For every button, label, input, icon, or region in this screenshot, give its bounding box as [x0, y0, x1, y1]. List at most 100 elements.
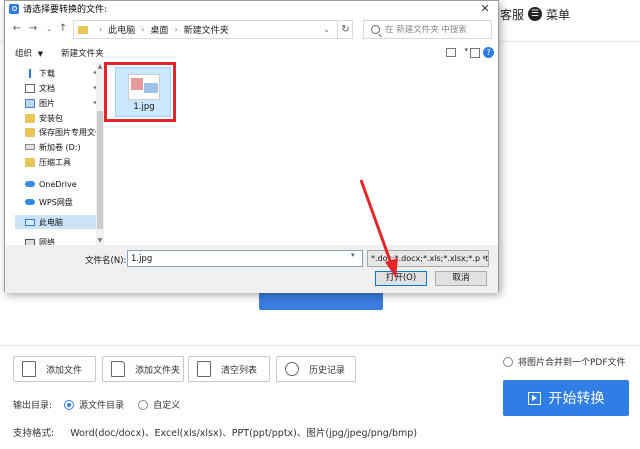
refresh-icon[interactable]: ↻	[337, 20, 353, 39]
sidebar-item[interactable]: 保存图片专用文件夹	[15, 125, 102, 139]
command-bar: 组织 ▼ 新建文件夹 ▾ ?	[5, 44, 498, 62]
search-box[interactable]	[363, 20, 492, 39]
forward-arrow-icon[interactable]: →	[27, 21, 39, 37]
custom-dir-label: 自定义	[153, 401, 181, 411]
new-folder-button[interactable]: 新建文件夹	[61, 47, 104, 59]
sidebar-item-label: OneDrive	[39, 179, 77, 189]
source-dir-option[interactable]: 源文件目录	[64, 398, 124, 411]
sidebar-item[interactable]: WPS网盘	[15, 195, 102, 209]
add-file-label: 添加文件	[46, 365, 83, 376]
add-folder-icon	[111, 361, 125, 377]
view-options-icon[interactable]	[446, 48, 456, 57]
menu-button[interactable]: ☰ 菜单	[528, 6, 570, 22]
menu-label: 菜单	[546, 7, 571, 22]
chevron-down-icon[interactable]: ▾	[351, 251, 355, 259]
dialog-titlebar[interactable]: 请选择要转换的文件: ✕	[5, 1, 498, 16]
nav-scrollbar[interactable]: ▲ ▼	[96, 63, 104, 245]
sidebar-item[interactable]: 图片✦	[15, 96, 102, 110]
filetype-value: *.doc;*.docx;*.xls;*.xlsx;*.ppt;*	[371, 254, 489, 263]
help-icon[interactable]: ?	[483, 47, 494, 58]
address-dropdown-icon[interactable]: ⌄	[323, 21, 330, 38]
sidebar-item[interactable]: 此电脑	[15, 215, 102, 229]
document-icon	[25, 83, 35, 93]
folder-icon	[78, 25, 88, 34]
sidebar-item[interactable]: OneDrive	[15, 177, 102, 191]
chevron-down-icon[interactable]: ⌄	[43, 21, 55, 37]
sidebar-item[interactable]: 网络	[15, 235, 102, 245]
clear-list-label: 清空列表	[221, 365, 258, 376]
menu-icon: ☰	[528, 7, 542, 21]
chevron-down-icon: ▼	[37, 50, 44, 58]
address-bar-row: ← → ⌄ ↑ › 此电脑 › 桌面 › 新建文件夹 ⌄ ↻	[5, 18, 498, 40]
merge-pdf-option[interactable]: 将图片合并到一个PDF文件	[503, 355, 626, 368]
formats-value: Word(doc/docx)、Excel(xls/xlsx)、PPT(ppt/p…	[70, 428, 418, 439]
clock-icon	[285, 362, 299, 376]
download-icon	[29, 68, 31, 78]
sidebar-item[interactable]: 下载✦	[15, 66, 102, 80]
organize-button[interactable]: 组织 ▼	[15, 47, 43, 59]
sidebar-item-label: WPS网盘	[39, 197, 73, 207]
service-button[interactable]: 客服	[500, 6, 524, 22]
sidebar-item[interactable]: 新加卷 (D:)	[15, 140, 102, 154]
folder-icon	[25, 127, 35, 137]
custom-dir-option[interactable]: 自定义	[138, 398, 180, 411]
scroll-thumb[interactable]	[97, 111, 103, 229]
clear-list-button[interactable]: 清空列表	[188, 356, 270, 382]
open-button[interactable]: 打开(O)	[375, 271, 427, 286]
breadcrumb-item[interactable]: 此电脑	[108, 23, 135, 36]
sidebar-item-label: 下载	[39, 68, 55, 78]
sidebar-item-label: 安装包	[39, 113, 63, 123]
merge-pdf-radio[interactable]	[503, 356, 513, 367]
sidebar-item-label: 图片	[39, 98, 55, 108]
sidebar-item-label: 此电脑	[39, 217, 63, 227]
formats-label: 支持格式:	[13, 428, 55, 439]
service-label: 客服	[500, 7, 525, 22]
sidebar-item-label: 新加卷 (D:)	[39, 142, 81, 152]
source-dir-label: 源文件目录	[79, 401, 125, 411]
add-file-button[interactable]: 添加文件	[13, 356, 96, 382]
sidebar-item[interactable]: 安装包	[15, 111, 102, 125]
breadcrumb-item[interactable]: 新建文件夹	[184, 23, 229, 36]
filename-label: 文件名(N):	[85, 256, 127, 266]
breadcrumb[interactable]: › 此电脑 › 桌面 › 新建文件夹 ⌄	[73, 20, 353, 39]
custom-dir-radio[interactable]	[138, 399, 149, 410]
convert-preview-button[interactable]	[259, 290, 383, 310]
sidebar-item[interactable]: 压缩工具	[15, 155, 102, 169]
drive-icon	[25, 144, 35, 150]
breadcrumb-item[interactable]: 桌面	[150, 23, 168, 36]
computer-icon	[25, 218, 35, 226]
play-icon	[527, 391, 541, 405]
output-directory-row: 输出目录: 源文件目录 自定义	[13, 398, 194, 411]
sidebar-item-label: 网络	[39, 237, 55, 246]
file-open-dialog: 请选择要转换的文件: ✕ ← → ⌄ ↑ › 此电脑 › 桌面 › 新建文件夹 …	[4, 0, 499, 293]
add-folder-label: 添加文件夹	[135, 365, 181, 376]
back-arrow-icon[interactable]: ←	[11, 21, 23, 37]
dialog-title: 请选择要转换的文件:	[23, 5, 108, 15]
scroll-up-icon[interactable]: ▲	[96, 63, 104, 71]
filetype-select[interactable]: *.doc;*.docx;*.xls;*.xlsx;*.ppt;* ▾	[367, 250, 489, 267]
search-icon	[371, 25, 380, 34]
preview-pane-icon[interactable]	[470, 48, 480, 58]
app-logo-icon	[9, 3, 19, 14]
folder-icon	[25, 113, 35, 123]
up-arrow-icon[interactable]: ↑	[57, 21, 69, 37]
onedrive-icon	[25, 181, 35, 187]
organize-label: 组织	[15, 49, 33, 59]
filename-input[interactable]	[127, 250, 363, 267]
search-input[interactable]	[385, 24, 485, 35]
start-convert-button[interactable]: 开始转换	[503, 380, 629, 416]
supported-formats-row: 支持格式: Word(doc/docx)、Excel(xls/xlsx)、PPT…	[13, 425, 417, 439]
navigation-pane: 下载✦文档✦图片✦ 安装包保存图片专用文件夹新加卷 (D:) 压缩工具 OneDriv…	[15, 63, 102, 245]
history-button[interactable]: 历史记录	[276, 356, 356, 382]
sidebar-item-label: 保存图片专用文件夹	[39, 127, 102, 137]
add-folder-button[interactable]: 添加文件夹	[102, 356, 184, 382]
chevron-down-icon[interactable]: ▾	[464, 46, 468, 54]
sidebar-item[interactable]: 文档✦	[15, 81, 102, 95]
scroll-down-icon[interactable]: ▼	[96, 237, 104, 245]
source-dir-radio[interactable]	[64, 399, 75, 410]
picture-icon	[25, 98, 35, 108]
close-icon[interactable]: ✕	[477, 1, 493, 16]
wps-cloud-icon	[25, 199, 35, 205]
highlight-box	[104, 62, 176, 122]
cancel-button[interactable]: 取消	[435, 271, 487, 286]
